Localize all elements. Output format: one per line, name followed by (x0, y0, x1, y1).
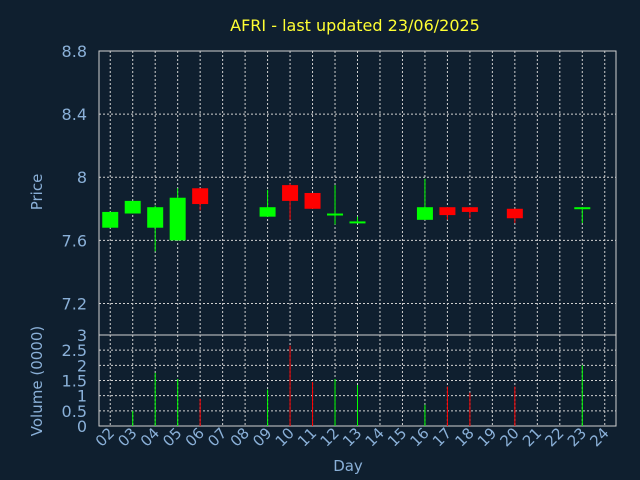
candle-body (327, 213, 344, 216)
price-tick-label: 8.4 (62, 105, 87, 124)
volume-bars (132, 345, 583, 426)
price-tick-label: 8 (77, 168, 87, 187)
candle-body (102, 211, 119, 228)
candle-body (506, 208, 523, 219)
volume-axis-label: Volume (0000) (28, 326, 46, 436)
x-axis-label: Day (333, 457, 363, 475)
candle-body (416, 207, 433, 220)
candle-body (124, 200, 141, 214)
candle-body (461, 207, 478, 212)
candle-body (304, 193, 321, 209)
day-tick-label: 24 (586, 424, 612, 450)
candle-body (147, 207, 164, 228)
price-axis-label: Price (28, 174, 46, 211)
candle-body (259, 207, 276, 217)
price-y-ticks: 7.2 7.6 8 8.4 8.8 (62, 42, 87, 313)
candle-body (169, 197, 186, 241)
day-x-ticks: 0203040506070809101112131415161718192021… (92, 424, 613, 450)
price-tick-label: 8.8 (62, 42, 87, 61)
candle-body (574, 207, 591, 210)
candle-body (192, 188, 209, 205)
price-tick-label: 7.2 (62, 294, 87, 313)
volume-tick-label: 3 (77, 326, 87, 345)
candle-body (439, 207, 456, 216)
afri-chart: AFRI - last updated 23/06/2025 7.2 7.6 8 8.… (28, 16, 617, 475)
chart-title: AFRI - last updated 23/06/2025 (230, 16, 480, 35)
candle-body (349, 221, 366, 224)
volume-y-ticks: 00.511.522.53 (62, 326, 87, 436)
candle-body (282, 185, 299, 201)
price-grid (99, 51, 616, 335)
price-tick-label: 7.6 (62, 231, 87, 250)
